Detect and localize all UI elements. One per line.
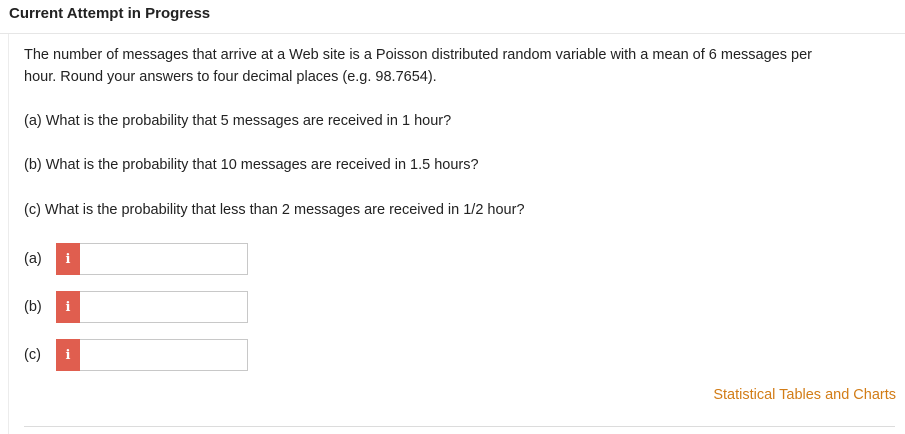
statistical-tables-link[interactable]: Statistical Tables and Charts xyxy=(713,387,896,403)
question-intro-line-1: The number of messages that arrive at a … xyxy=(24,47,812,63)
question-part-c: (c) What is the probability that less th… xyxy=(24,202,525,218)
question-intro-line-2: hour. Round your answers to four decimal… xyxy=(24,69,437,85)
answer-input-c[interactable] xyxy=(80,339,248,371)
question-part-a: (a) What is the probability that 5 messa… xyxy=(24,113,452,129)
answer-label-b: (b) xyxy=(24,299,42,315)
answer-label-c: (c) xyxy=(24,347,41,363)
answer-row-c: (c) i xyxy=(24,339,248,371)
info-icon[interactable]: i xyxy=(56,243,80,275)
page-title: Current Attempt in Progress xyxy=(9,5,211,22)
answer-label-a: (a) xyxy=(24,251,42,267)
answer-input-a[interactable] xyxy=(80,243,248,275)
divider xyxy=(24,426,895,427)
question-part-b: (b) What is the probability that 10 mess… xyxy=(24,157,479,173)
answer-row-a: (a) i xyxy=(24,243,248,275)
question-panel xyxy=(8,34,905,434)
info-icon[interactable]: i xyxy=(56,291,80,323)
answer-row-b: (b) i xyxy=(24,291,248,323)
answer-input-b[interactable] xyxy=(80,291,248,323)
header-bar: Current Attempt in Progress xyxy=(0,0,905,34)
info-icon[interactable]: i xyxy=(56,339,80,371)
question-intro: The number of messages that arrive at a … xyxy=(24,44,884,88)
